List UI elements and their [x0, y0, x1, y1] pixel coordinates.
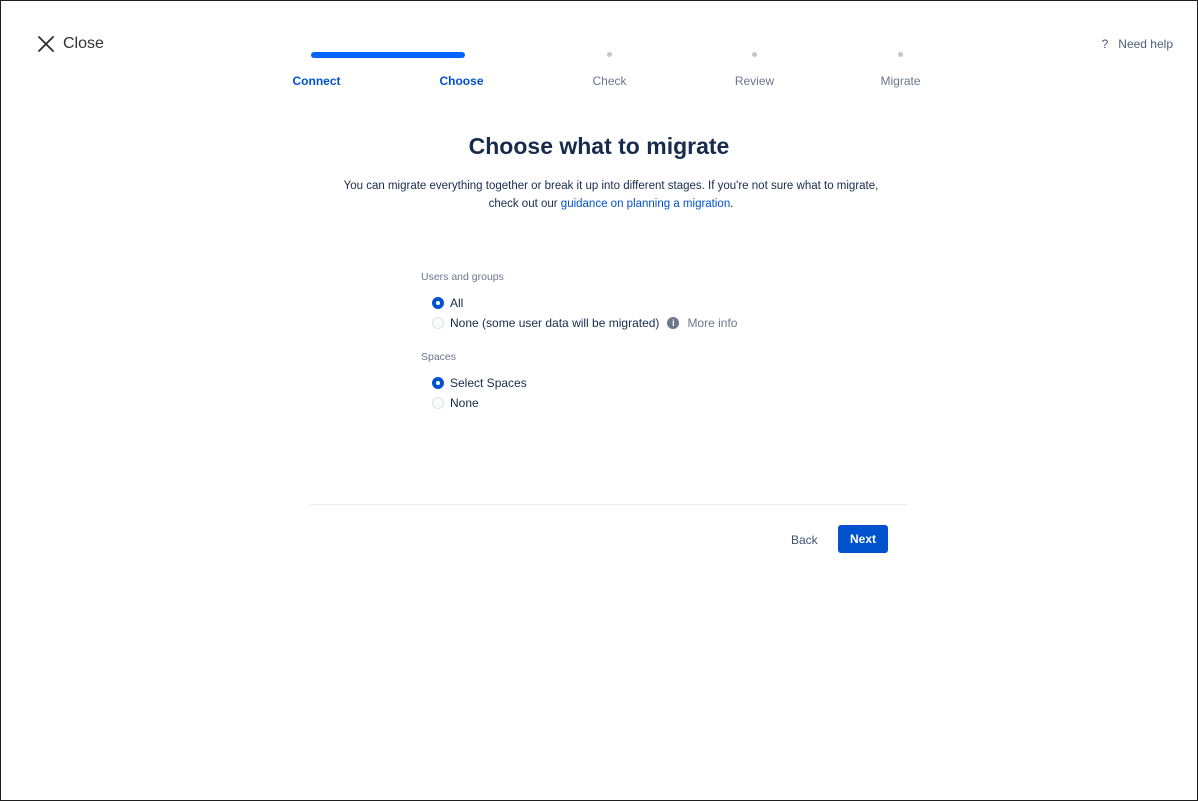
page-title: Choose what to migrate [468, 133, 730, 159]
step-dot [607, 52, 612, 57]
info-icon[interactable]: i [667, 317, 680, 329]
step-label: Review [734, 74, 775, 88]
radio-unselected-icon[interactable] [432, 397, 444, 409]
radio-selected-icon[interactable] [432, 297, 444, 309]
step-dot [752, 52, 757, 57]
close-icon [37, 35, 55, 53]
subtitle-end: . [730, 198, 734, 210]
spaces-section: Spaces Select Spaces None [421, 351, 841, 413]
close-label: Close [63, 35, 104, 52]
page-subtitle: You can migrate everything together or b… [336, 177, 886, 213]
migration-options-form: Users and groups All None (some user dat… [421, 271, 841, 413]
step-check: Check [537, 51, 682, 88]
page-frame: Close ? Need help Connect Choose Check R… [0, 0, 1198, 801]
next-button[interactable]: Next [838, 525, 888, 553]
radio-unselected-icon[interactable] [432, 317, 444, 329]
users-groups-section: Users and groups All None (some user dat… [421, 271, 841, 333]
need-help-link[interactable]: ? Need help [1102, 37, 1173, 51]
option-label: Select Spaces [450, 376, 527, 390]
back-button[interactable]: Back [781, 528, 828, 552]
guidance-link[interactable]: guidance on planning a migration [561, 198, 730, 210]
step-choose: Choose [389, 51, 534, 88]
spaces-none-option[interactable]: None [421, 393, 841, 413]
option-label: None [450, 396, 479, 410]
close-button[interactable]: Close [37, 35, 104, 53]
step-label: Check [592, 74, 627, 88]
radio-selected-icon[interactable] [432, 377, 444, 389]
step-label: Choose [439, 74, 484, 88]
step-migrate: Migrate [828, 51, 973, 88]
users-none-option[interactable]: None (some user data will be migrated) i… [421, 313, 841, 333]
progress-stepper: Connect Choose Check Review Migrate [244, 51, 973, 101]
option-label: All [450, 296, 464, 310]
spaces-label: Spaces [421, 351, 457, 363]
more-info-link[interactable]: More info [687, 316, 737, 330]
step-review: Review [682, 51, 827, 88]
step-connect: Connect [244, 51, 389, 88]
question-icon: ? [1101, 37, 1109, 51]
users-groups-label: Users and groups [421, 271, 504, 283]
step-label: Migrate [880, 74, 921, 88]
users-all-option[interactable]: All [421, 293, 841, 313]
step-label: Connect [292, 74, 341, 88]
step-dot [898, 52, 903, 57]
option-label: None (some user data will be migrated) [450, 316, 660, 330]
need-help-label: Need help [1118, 37, 1173, 51]
footer-divider [310, 504, 907, 505]
spaces-select-option[interactable]: Select Spaces [421, 373, 841, 393]
